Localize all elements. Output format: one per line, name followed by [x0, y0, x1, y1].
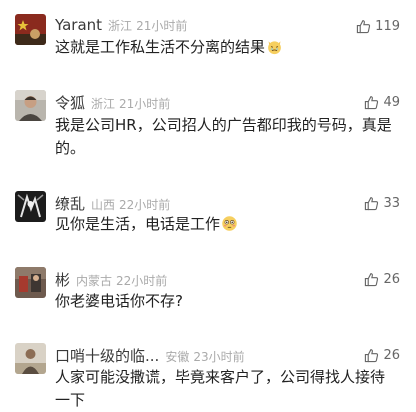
like-count: 49 — [383, 94, 400, 110]
portrait-avatar[interactable] — [15, 90, 46, 121]
like-count: 26 — [383, 271, 400, 287]
like-button[interactable]: 119 — [356, 16, 400, 36]
dark-art-avatar[interactable] — [15, 191, 46, 222]
thumbs-up-icon — [364, 95, 379, 110]
timestamp: 21小时前 — [136, 19, 188, 33]
person-avatar[interactable] — [15, 343, 46, 374]
like-button[interactable]: 33 — [364, 193, 400, 213]
comment-text: 我是公司HR，公司招人的广告都印我的号码，真是的。 — [55, 116, 392, 157]
username[interactable]: 口哨十级的临... — [55, 345, 159, 366]
like-button[interactable]: 26 — [364, 269, 400, 289]
like-button[interactable]: 49 — [364, 92, 400, 112]
location-label: 安徽 — [165, 350, 190, 364]
like-button[interactable]: 26 — [364, 345, 400, 365]
flushed-face-emoji — [221, 215, 238, 232]
like-count: 119 — [375, 18, 400, 34]
thumbs-up-icon — [356, 19, 371, 34]
comment-text: 见你是生活，电话是工作 — [55, 213, 395, 236]
username[interactable]: 彬 — [55, 269, 70, 290]
location-label: 浙江 — [91, 97, 116, 111]
scene-avatar[interactable] — [15, 267, 46, 298]
timestamp: 23小时前 — [193, 350, 245, 364]
like-count: 33 — [383, 195, 400, 211]
thumbs-up-icon — [364, 272, 379, 287]
location-label: 浙江 — [108, 19, 133, 33]
crying-cat-emoji — [266, 38, 283, 55]
username[interactable]: 令狐 — [55, 92, 85, 113]
comment-text-body: 见你是生活，电话是工作 — [55, 215, 221, 233]
thumbs-up-icon — [364, 348, 379, 363]
username[interactable]: Yarant — [55, 16, 102, 34]
username[interactable]: 缭乱 — [55, 193, 85, 214]
comment-text: 你老婆电话你不存? — [55, 292, 183, 310]
like-count: 26 — [383, 347, 400, 363]
comment-text: 这就是工作私生活不分离的结果 — [55, 36, 395, 59]
location-label: 内蒙古 — [76, 274, 113, 288]
flag-avatar[interactable] — [15, 14, 46, 45]
thumbs-up-icon — [364, 196, 379, 211]
comment-text: 人家可能没撒谎，毕竟来客户了，公司得找人接待一下 — [55, 368, 386, 409]
location-label: 山西 — [91, 198, 116, 212]
timestamp: 22小时前 — [119, 198, 171, 212]
timestamp: 22小时前 — [116, 274, 168, 288]
comment-text-body: 这就是工作私生活不分离的结果 — [55, 38, 266, 56]
timestamp: 21小时前 — [119, 97, 171, 111]
